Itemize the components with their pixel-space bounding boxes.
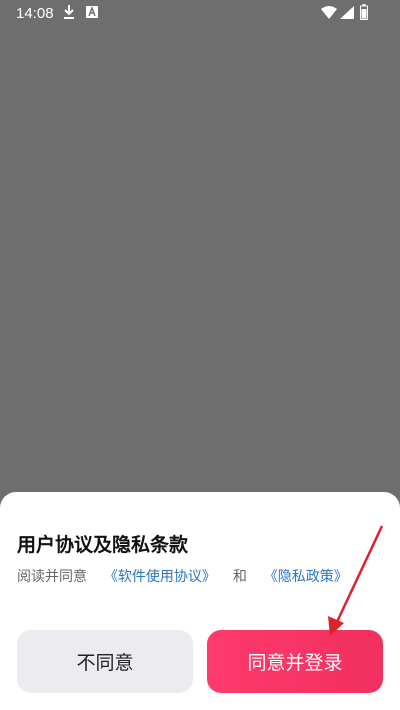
desc-prefix: 阅读并同意: [17, 569, 87, 585]
battery-icon: [360, 4, 368, 20]
agree-and-login-button[interactable]: 同意并登录: [207, 630, 383, 693]
dialog-title: 用户协议及隐私条款: [17, 534, 189, 556]
status-bar: 14:08: [0, 0, 400, 26]
annotation-arrow-icon: [328, 525, 384, 636]
disagree-button[interactable]: 不同意: [17, 630, 193, 693]
dialog-description: 阅读并同意 《软件使用协议》 和 《隐私政策》: [17, 566, 348, 586]
wifi-icon: [321, 6, 337, 19]
signal-icon: [340, 6, 354, 19]
download-icon: [64, 5, 74, 19]
status-time: 14:08: [16, 5, 54, 22]
a-icon: [86, 6, 98, 18]
desc-and: 和: [232, 569, 247, 585]
software-agreement-link[interactable]: 《软件使用协议》: [104, 569, 216, 585]
